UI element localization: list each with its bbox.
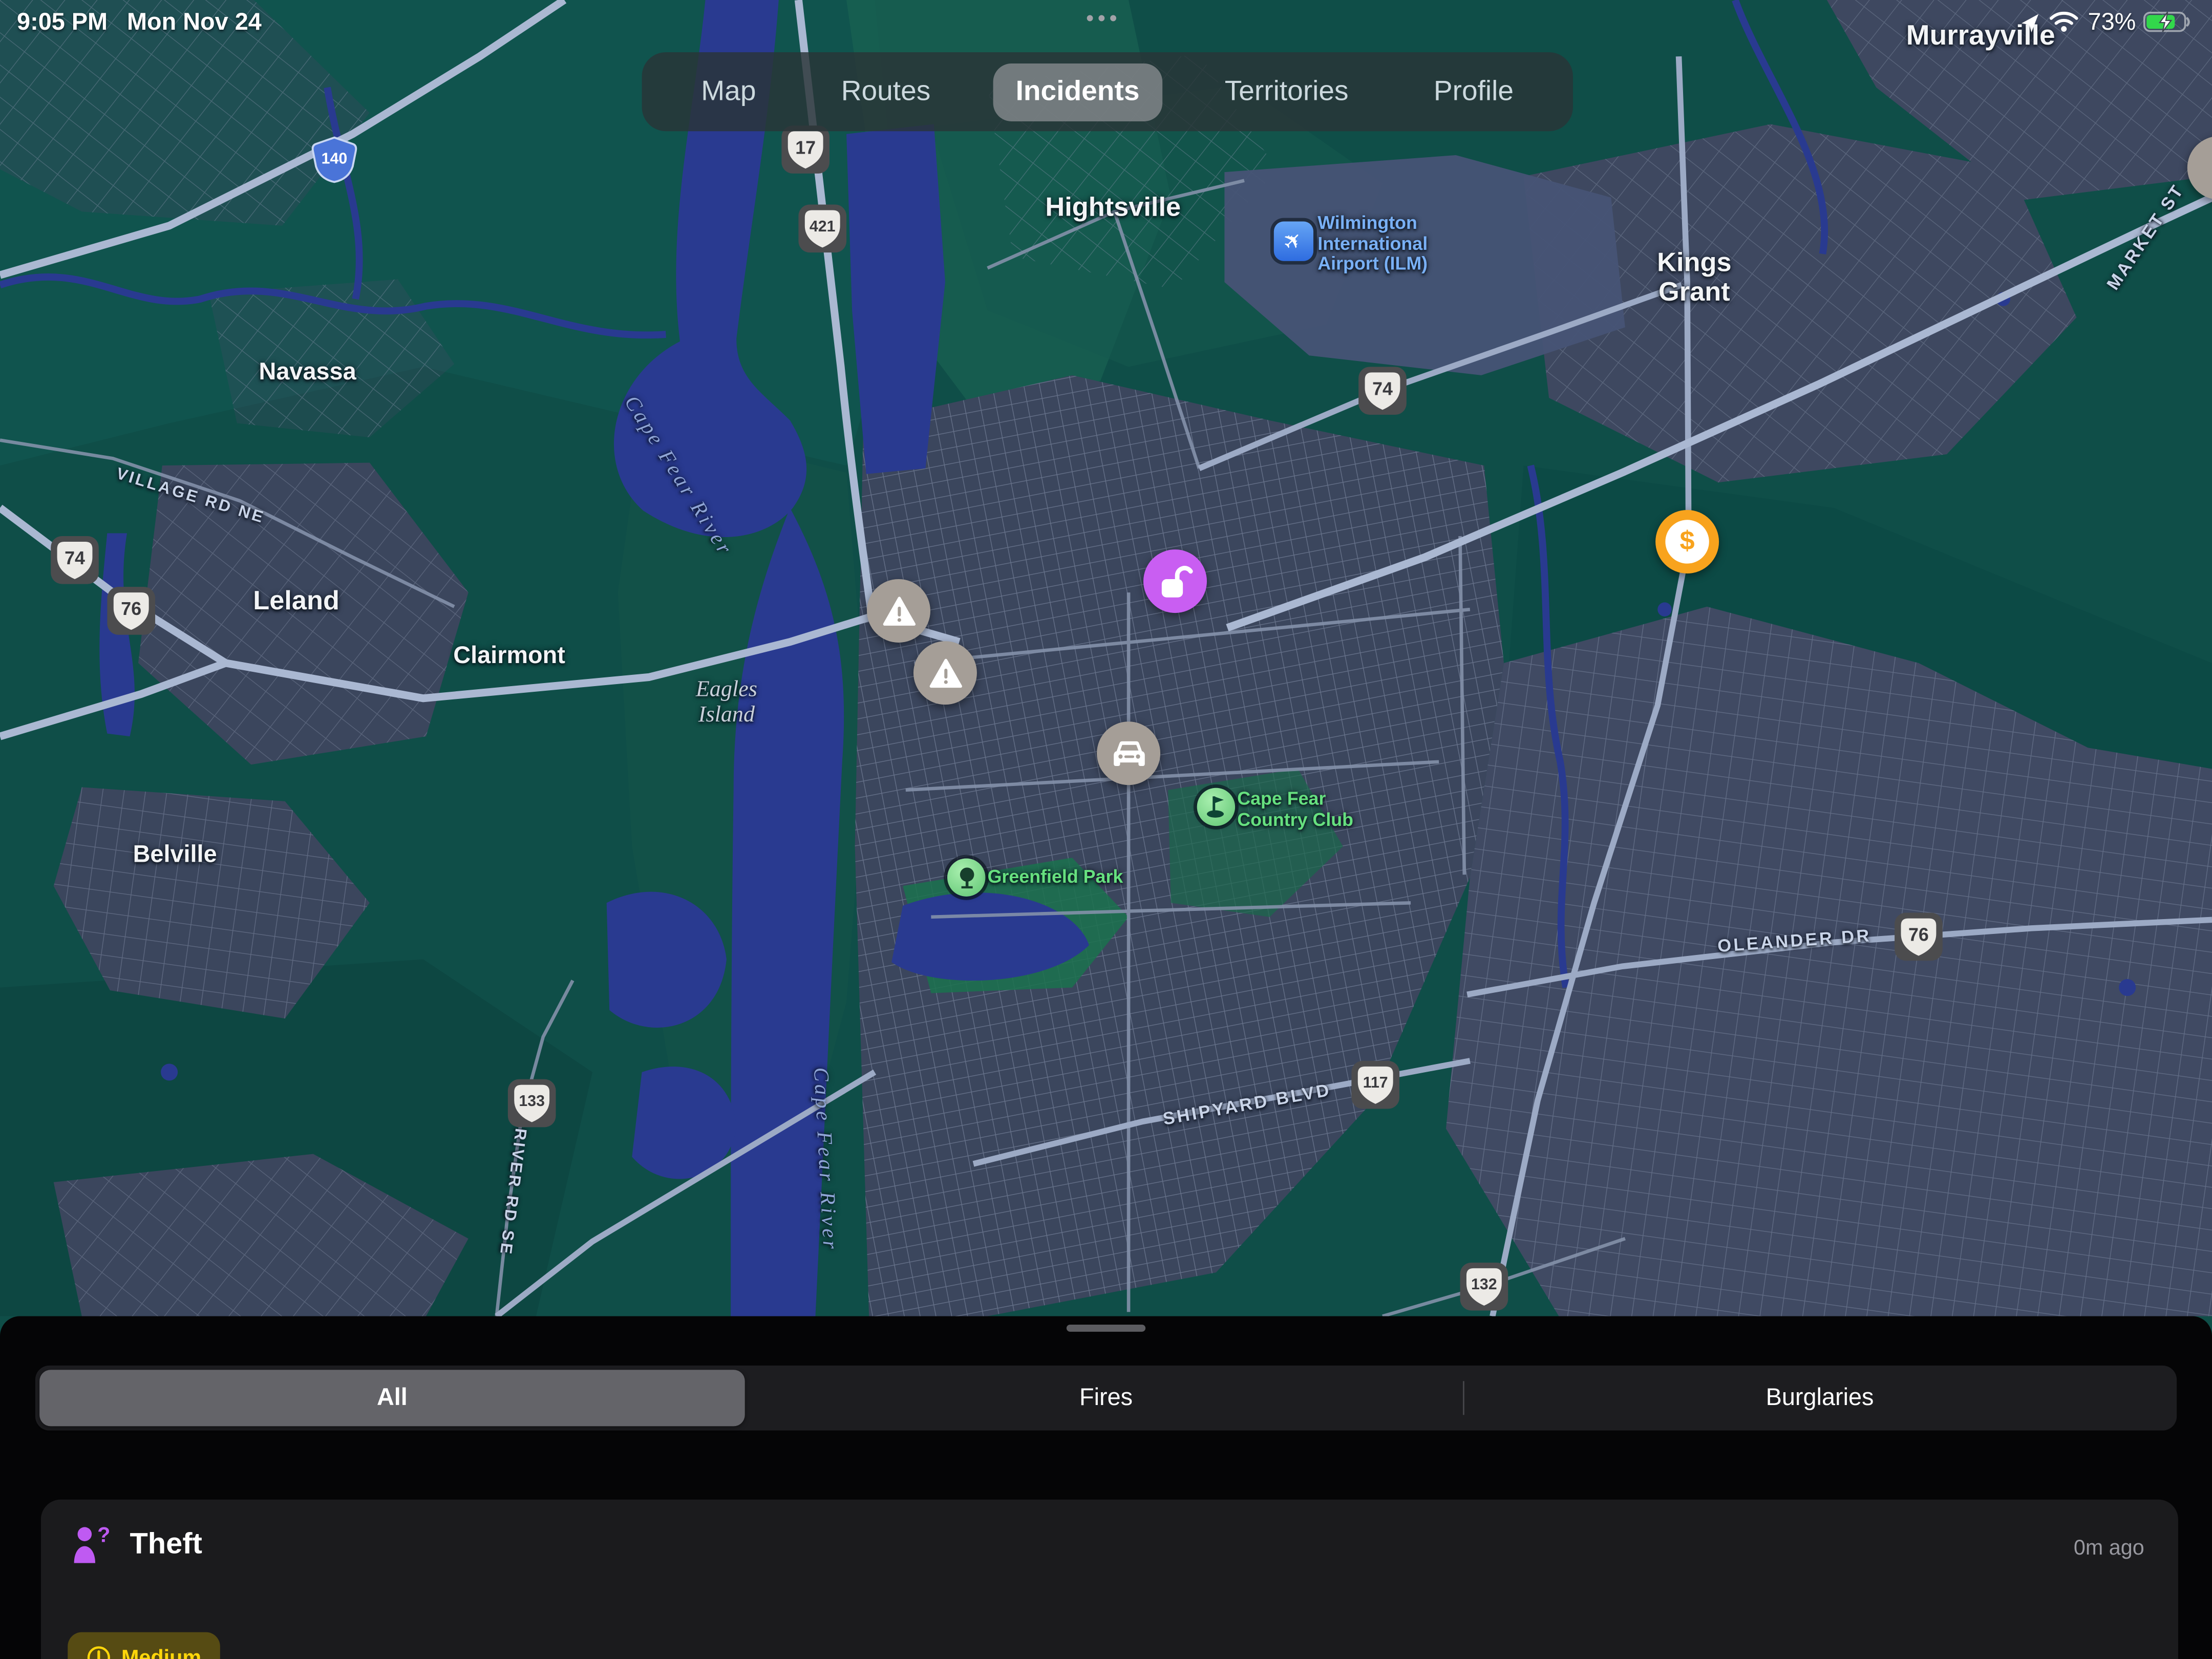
shield-number: 76 (1893, 911, 1944, 962)
us-shield-76-west: 76 (106, 585, 157, 636)
airplane-icon: ✈ (1277, 225, 1310, 258)
us-shield-17: 17 (780, 124, 831, 175)
warning-triangle-icon (928, 657, 962, 689)
place-label-eagles-island: Eagles Island (673, 678, 780, 728)
place-label-hightsville: Hightsville (1045, 193, 1181, 224)
tab-map[interactable]: Map (678, 63, 778, 121)
tab-incidents[interactable]: Incidents (993, 63, 1162, 121)
severity-label: Medium (121, 1646, 201, 1659)
incident-card[interactable]: ? Theft 0m ago Medium (41, 1500, 2178, 1659)
shield-number: 140 (309, 134, 359, 185)
shield-number: 132 (1459, 1261, 1509, 1312)
sheet-drag-handle[interactable] (1067, 1325, 1145, 1332)
top-nav-tabs: Map Routes Incidents Territories Profile (642, 52, 1573, 131)
battery-charging-icon (2143, 11, 2194, 39)
shield-number: 421 (797, 203, 848, 254)
severity-badge: Medium (68, 1632, 220, 1659)
us-shield-132: 132 (1459, 1261, 1509, 1312)
status-date: Mon Nov 24 (127, 9, 262, 37)
filter-burglaries[interactable]: Burglaries (1463, 1384, 2177, 1412)
shield-number: 74 (1357, 366, 1408, 416)
place-label-kings-grant: Kings Grant (1644, 250, 1745, 309)
airport-poi[interactable]: ✈ (1274, 222, 1313, 261)
airport-poi-label[interactable]: Wilmington International Airport (ILM) (1317, 214, 1476, 275)
us-shield-74-west: 74 (49, 535, 100, 585)
location-arrow-icon (2019, 11, 2041, 41)
segment-divider (1463, 1381, 1464, 1415)
us-shield-133: 133 (506, 1078, 557, 1129)
app-screen: Murrayville Hightsville Kings Grant Nava… (0, 0, 2212, 1659)
park-poi-label[interactable]: Greenfield Park (988, 867, 1123, 888)
us-shield-421: 421 (797, 203, 848, 254)
park-poi[interactable] (947, 858, 985, 896)
shield-number: 17 (780, 124, 831, 175)
incident-marker-unlock[interactable] (1143, 549, 1207, 613)
golf-flag-icon (1205, 795, 1226, 819)
tab-territories[interactable]: Territories (1202, 63, 1371, 121)
dollar-icon: $ (1665, 520, 1709, 563)
country-club-poi-label[interactable]: Cape Fear Country Club (1237, 789, 1378, 830)
place-label-belville: Belville (133, 841, 217, 869)
us-shield-76-east: 76 (1893, 911, 1944, 962)
svg-text:?: ? (97, 1525, 110, 1546)
place-label-clairmont: Clairmont (453, 642, 565, 670)
warning-triangle-icon (882, 595, 916, 627)
incident-marker-dollar[interactable]: $ (1655, 510, 1719, 573)
status-time: 9:05 PM (17, 9, 108, 37)
incident-marker-warning[interactable] (913, 641, 977, 705)
tab-profile[interactable]: Profile (1411, 63, 1536, 121)
unlock-icon (1157, 563, 1194, 600)
us-shield-74: 74 (1357, 366, 1408, 416)
person-question-icon: ? (72, 1525, 120, 1571)
incident-time-ago: 0m ago (2074, 1536, 2144, 1560)
place-label-navassa: Navassa (259, 358, 356, 387)
incident-marker-warning[interactable] (867, 579, 930, 643)
shield-number: 117 (1350, 1059, 1401, 1110)
shield-number: 133 (506, 1078, 557, 1129)
more-indicator[interactable]: ••• (1086, 7, 1121, 31)
place-label-leland: Leland (253, 587, 339, 618)
shield-number: 76 (106, 585, 157, 636)
filter-all[interactable]: All (35, 1384, 749, 1412)
bottom-sheet: All Fires Burglaries ? Theft 0m ago (0, 1316, 2212, 1659)
tab-routes[interactable]: Routes (819, 63, 953, 121)
filter-fires[interactable]: Fires (749, 1384, 1463, 1412)
incident-filter-segmented: All Fires Burglaries (35, 1366, 2177, 1431)
tree-icon (956, 866, 976, 889)
country-club-poi[interactable] (1197, 788, 1235, 826)
vehicle-icon (1110, 736, 1147, 770)
interstate-shield-140: 140 (309, 134, 359, 185)
us-shield-117: 117 (1350, 1059, 1401, 1110)
battery-percent: 73% (2088, 9, 2136, 37)
wifi-icon (2048, 10, 2079, 39)
incident-marker-vehicle[interactable] (1097, 721, 1160, 785)
exclamation-circle-icon (86, 1645, 112, 1659)
shield-number: 74 (49, 535, 100, 585)
incident-title: Theft (130, 1528, 202, 1562)
